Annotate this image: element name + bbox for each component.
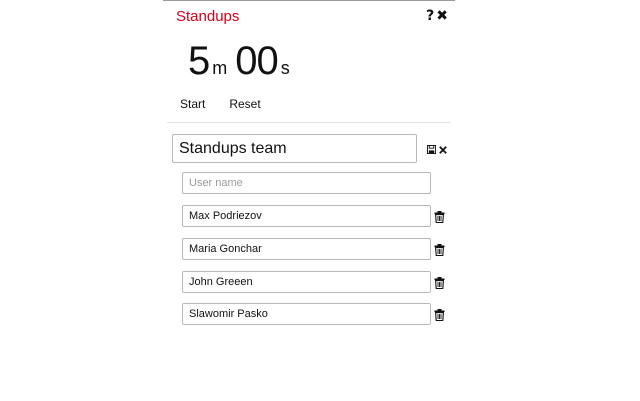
timer-minutes: 5: [188, 39, 210, 83]
reset-button[interactable]: Reset: [229, 97, 260, 111]
trash-icon[interactable]: [434, 308, 445, 326]
start-button[interactable]: Start: [180, 97, 205, 111]
user-name-field[interactable]: [182, 205, 431, 227]
trash-icon[interactable]: [434, 276, 445, 294]
user-name-field[interactable]: [182, 271, 431, 293]
close-icon[interactable]: ✖: [436, 8, 448, 24]
user-row: [182, 205, 462, 227]
timer-minutes-unit: m: [212, 58, 228, 78]
timer-controls: Start Reset: [180, 97, 261, 111]
trash-icon[interactable]: [434, 243, 445, 261]
delete-team-icon[interactable]: [439, 141, 447, 159]
divider: [167, 122, 451, 123]
title-bar: Standups ? ✖: [176, 8, 448, 28]
timer-display: 5 m 00 s: [188, 39, 298, 84]
user-name-field[interactable]: [182, 238, 431, 260]
trash-icon[interactable]: [434, 210, 445, 228]
question-mark-icon[interactable]: ?: [426, 8, 434, 24]
user-row: [182, 303, 462, 325]
team-row: [172, 134, 450, 164]
app-title: Standups: [176, 8, 240, 25]
standups-popup: Standups ? ✖ 5 m 00 s Start Reset: [163, 0, 455, 401]
save-disk-icon[interactable]: [427, 141, 436, 159]
new-user-row: [182, 172, 462, 194]
team-name-input[interactable]: [172, 134, 417, 163]
title-actions: ? ✖: [426, 8, 448, 24]
timer-seconds-unit: s: [280, 58, 290, 78]
user-name-field[interactable]: [182, 303, 431, 325]
user-row: [182, 238, 462, 260]
team-actions: [427, 141, 447, 159]
user-name-input[interactable]: [182, 172, 431, 194]
user-row: [182, 271, 462, 293]
timer-seconds: 00: [235, 39, 278, 83]
